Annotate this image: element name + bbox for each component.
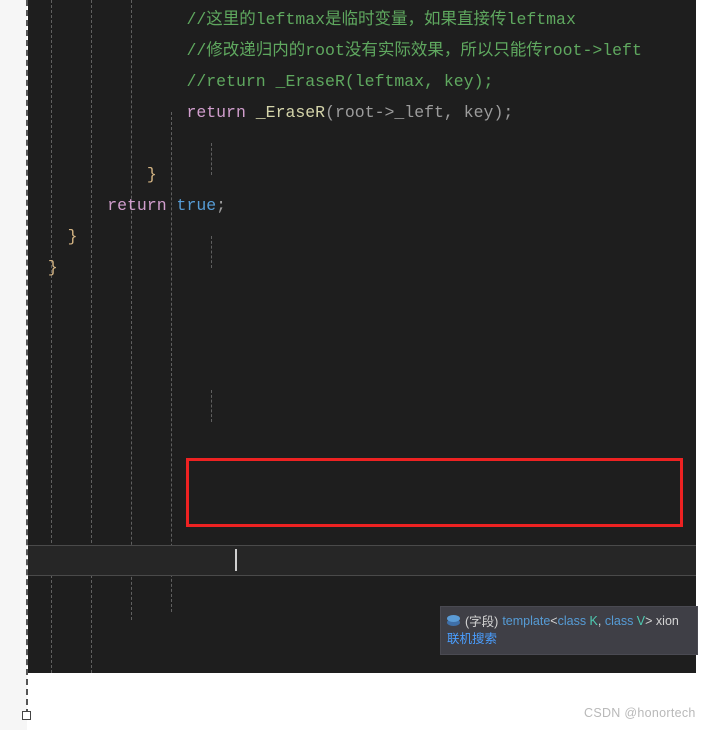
code-line-23[interactable]: //这里的leftmax是临时变量，如果直接传leftmax [28,4,696,35]
intellisense-tooltip[interactable]: (字段) template<class K, class V> xion 联机搜… [440,606,698,655]
code-line-27-empty[interactable] [28,128,696,159]
document-boundary-handle[interactable] [22,711,31,720]
tooltip-k-param: K [586,613,598,628]
tooltip-online-search-link[interactable]: 联机搜索 [447,630,691,649]
tooltip-template-keyword: template [502,613,551,628]
watermark: CSDN @honortech [584,706,696,720]
indent-guide-5c [211,390,212,422]
page-left-margin [0,0,27,730]
tooltip-symbol-name: xion [652,613,679,628]
code-line-26[interactable]: return _EraseR(root->_left, key); [28,97,696,128]
code-line-31[interactable]: } [28,252,696,283]
code-content[interactable]: if (key < root->_key) return _EraseR(roo… [28,0,696,376]
code-line-30[interactable]: } [28,221,696,252]
tooltip-kind: (字段) [465,615,499,629]
tooltip-class-k-keyword: class [557,613,587,628]
code-line-28[interactable]: } [28,159,696,190]
code-line-29[interactable]: return true; [28,190,696,221]
field-icon [447,615,460,626]
current-line-highlight [28,545,696,576]
tooltip-lt: < [550,613,558,628]
code-line-25[interactable]: //return _EraseR(leftmax, key); [28,66,696,97]
tooltip-class-v-keyword: class [601,613,634,628]
code-line-24[interactable]: //修改递归内的root没有实际效果，所以只能传root->left [28,35,696,66]
tooltip-v-param: V [633,613,646,628]
text-caret [235,549,237,571]
tooltip-signature-row: (字段) template<class K, class V> xion [447,611,691,630]
document-page: if (key < root->_key) return _EraseR(roo… [0,0,722,730]
